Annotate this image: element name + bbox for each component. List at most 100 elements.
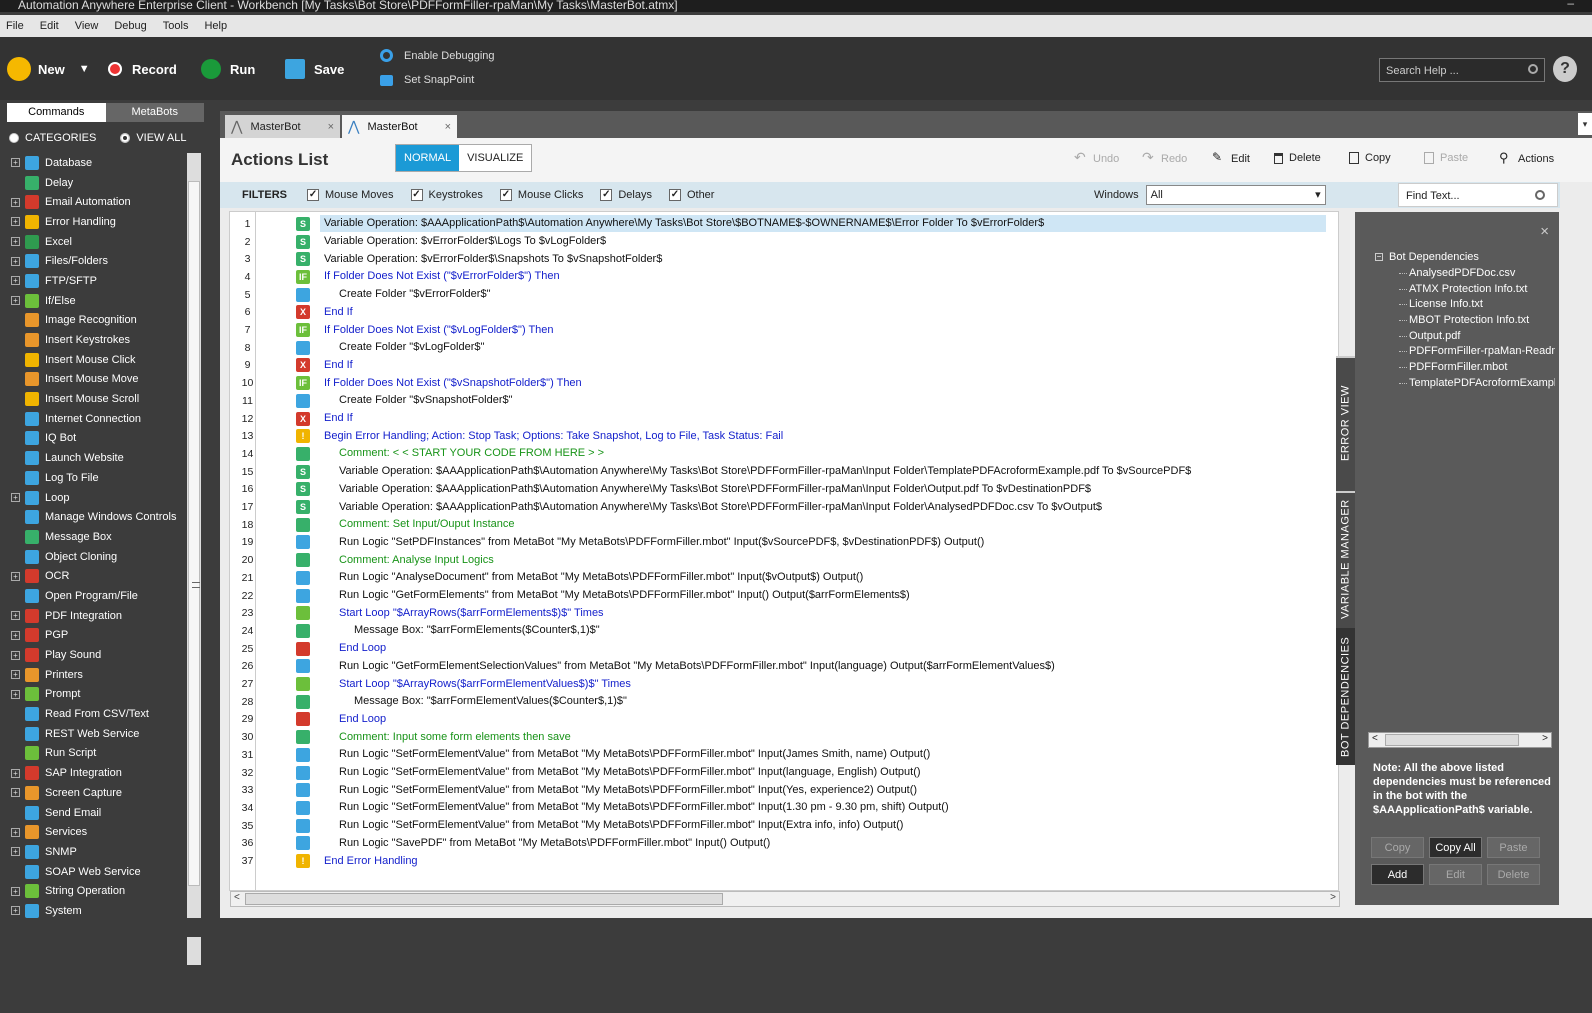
dependency-item[interactable]: ATMX Protection Info.txt	[1375, 281, 1555, 297]
sidebar-item[interactable]: Run Script	[7, 744, 186, 764]
expand-icon[interactable]: +	[11, 493, 20, 503]
dependency-scrollbar[interactable]: < >	[1368, 732, 1552, 748]
action-row[interactable]: 2 S Variable Operation: $vErrorFolder$\Log…	[230, 233, 1336, 251]
enable-debugging-toggle[interactable]: Enable Debugging	[380, 49, 495, 62]
action-row[interactable]: 27 Start Loop "$ArrayRows($arrFormElement…	[230, 675, 1336, 693]
close-icon[interactable]: ×	[1540, 223, 1549, 240]
copy-button[interactable]: Copy	[1349, 152, 1391, 164]
expand-icon[interactable]: +	[11, 847, 20, 857]
action-row[interactable]: 23 Start Loop "$ArrayRows($arrFormElement…	[230, 604, 1336, 622]
expand-icon[interactable]: +	[11, 906, 20, 916]
filter-delays[interactable]: ✓ Delays	[600, 189, 652, 201]
sidebar-item[interactable]: + Play Sound	[7, 645, 186, 665]
tab-masterbot-2[interactable]: ⋀ MasterBot ×	[342, 115, 457, 138]
expand-icon[interactable]: +	[11, 886, 20, 896]
sidebar-item[interactable]: REST Web Service	[7, 724, 186, 744]
sidebar-item[interactable]: Launch Website	[7, 448, 186, 468]
expand-icon[interactable]: +	[11, 788, 20, 798]
expand-icon[interactable]: +	[11, 237, 20, 247]
sidebar-item[interactable]: + Database	[7, 153, 186, 173]
tab-list-dropdown[interactable]: ▾	[1578, 113, 1592, 135]
expand-icon[interactable]: +	[11, 296, 20, 306]
scroll-right-icon[interactable]: >	[1542, 733, 1548, 744]
sidebar-item[interactable]: IQ Bot	[7, 429, 186, 449]
expand-icon[interactable]: +	[11, 158, 20, 168]
action-row[interactable]: 3 S Variable Operation: $vErrorFolder$\Sna…	[230, 250, 1336, 268]
record-button[interactable]: Record	[108, 57, 177, 81]
action-row[interactable]: 7 IF If Folder Does Not Exist ("$vLogFolde…	[230, 321, 1336, 339]
menu-help[interactable]: Help	[200, 20, 237, 32]
expand-icon[interactable]: +	[11, 630, 20, 640]
menu-view[interactable]: View	[71, 20, 109, 32]
tab-commands[interactable]: Commands	[7, 103, 106, 122]
save-button[interactable]: Save	[285, 57, 344, 81]
search-icon[interactable]	[1528, 64, 1538, 74]
tree-root[interactable]: − Bot Dependencies	[1375, 249, 1555, 265]
action-row[interactable]: 19 Run Logic "SetPDFInstances" from MetaB…	[230, 534, 1336, 552]
action-row[interactable]: 6 X End If	[230, 304, 1336, 322]
tab-masterbot-1[interactable]: ⋀ MasterBot ×	[225, 115, 340, 138]
sidebar-item[interactable]: Send Email	[7, 803, 186, 823]
action-row[interactable]: 8 Create Folder "$vLogFolder$"	[230, 339, 1336, 357]
action-row[interactable]: 36 Run Logic "SavePDF" from MetaBot "My M…	[230, 835, 1336, 853]
menu-file[interactable]: File	[2, 20, 34, 32]
sidebar-item[interactable]: Log To File	[7, 468, 186, 488]
scroll-left-icon[interactable]: <	[1372, 733, 1378, 744]
sidebar-item[interactable]: Object Cloning	[7, 547, 186, 567]
delete-dependency-button[interactable]: Delete	[1487, 864, 1540, 885]
sidebar-item[interactable]: + Screen Capture	[7, 783, 186, 803]
action-row[interactable]: 31 Run Logic "SetFormElementValue" from M…	[230, 746, 1336, 764]
expand-icon[interactable]: +	[11, 768, 20, 778]
view-all-radio[interactable]: VIEW ALL	[120, 132, 186, 144]
sidebar-item[interactable]: + PGP	[7, 626, 186, 646]
search-help-input[interactable]: Search Help ...	[1379, 58, 1545, 82]
sidebar-item[interactable]: Open Program/File	[7, 586, 186, 606]
actions-button[interactable]: ⚲ Actions	[1499, 151, 1554, 165]
action-row[interactable]: 5 Create Folder "$vErrorFolder$"	[230, 286, 1336, 304]
expand-icon[interactable]: +	[11, 827, 20, 837]
expand-icon[interactable]: +	[11, 571, 20, 581]
tab-bot-dependencies[interactable]: BOT DEPENDENCIES	[1336, 628, 1355, 765]
add-dependency-button[interactable]: Add	[1371, 864, 1424, 885]
dependency-item[interactable]: TemplatePDFAcroformExample	[1375, 375, 1555, 391]
paste-dependency-button[interactable]: Paste	[1487, 837, 1540, 858]
windows-select[interactable]: All	[1145, 185, 1326, 205]
expand-icon[interactable]: +	[11, 276, 20, 286]
sidebar-item[interactable]: Read From CSV/Text	[7, 704, 186, 724]
action-row[interactable]: 21 Run Logic "AnalyseDocument" from MetaB…	[230, 569, 1336, 587]
sidebar-item[interactable]: Manage Windows Controls	[7, 507, 186, 527]
action-row[interactable]: 29 End Loop	[230, 711, 1336, 729]
expand-icon[interactable]: +	[11, 256, 20, 266]
sidebar-item[interactable]: + SNMP	[7, 842, 186, 862]
action-row[interactable]: 14 Comment: < < START YOUR CODE FROM HERE…	[230, 445, 1336, 463]
dependency-item[interactable]: License Info.txt	[1375, 296, 1555, 312]
dependency-item[interactable]: Output.pdf	[1375, 328, 1555, 344]
dependency-item[interactable]: AnalysedPDFDoc.csv	[1375, 265, 1555, 281]
action-row[interactable]: 18 Comment: Set Input/Ouput Instance	[230, 516, 1336, 534]
sidebar-item[interactable]: Insert Keystrokes	[7, 330, 186, 350]
paste-button[interactable]: Paste	[1424, 152, 1468, 164]
sidebar-item[interactable]: + PDF Integration	[7, 606, 186, 626]
sidebar-item[interactable]: + Email Automation	[7, 192, 186, 212]
action-row[interactable]: 20 Comment: Analyse Input Logics	[230, 551, 1336, 569]
sidebar-item[interactable]: Insert Mouse Scroll	[7, 389, 186, 409]
scroll-right-icon[interactable]: >	[1330, 892, 1336, 903]
delete-button[interactable]: Delete	[1274, 152, 1321, 164]
edit-button[interactable]: ✎ Edit	[1212, 151, 1250, 165]
expand-icon[interactable]: +	[11, 217, 20, 227]
scroll-thumb[interactable]	[188, 181, 200, 886]
sidebar-item[interactable]: + If/Else	[7, 291, 186, 311]
action-row[interactable]: 17 S Variable Operation: $AAApplicationPat…	[230, 498, 1336, 516]
sidebar-item[interactable]: + Files/Folders	[7, 251, 186, 271]
undo-button[interactable]: ↶ Undo	[1074, 150, 1119, 165]
action-row[interactable]: 9 X End If	[230, 357, 1336, 375]
scroll-left-icon[interactable]: <	[234, 892, 240, 903]
sidebar-item[interactable]: + Printers	[7, 665, 186, 685]
action-row[interactable]: 35 Run Logic "SetFormElementValue" from M…	[230, 817, 1336, 835]
sidebar-item[interactable]: Delay	[7, 173, 186, 193]
set-snappoint-button[interactable]: Set SnapPoint	[380, 74, 474, 86]
action-row[interactable]: 4 IF If Folder Does Not Exist ("$vErrorFol…	[230, 268, 1336, 286]
action-row[interactable]: 10 IF If Folder Does Not Exist ("$vSnapsho…	[230, 374, 1336, 392]
sidebar-item[interactable]: + Error Handling	[7, 212, 186, 232]
sidebar-item[interactable]: + Excel	[7, 232, 186, 252]
